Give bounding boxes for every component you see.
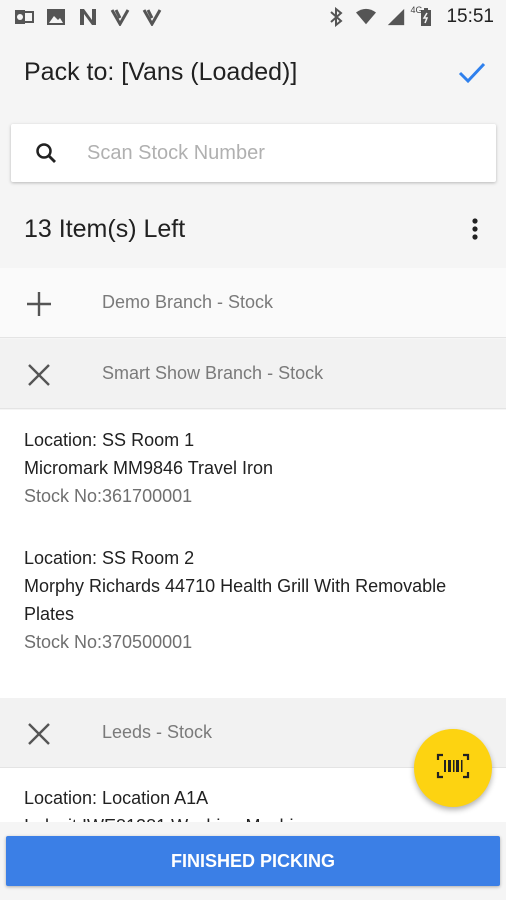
app-bar: Pack to: [Vans (Loaded)] <box>0 36 506 112</box>
group-smart-show-branch[interactable]: Smart Show Branch - Stock <box>0 339 506 409</box>
page-title: Pack to: [Vans (Loaded)] <box>24 58 298 86</box>
scan-stock-input[interactable] <box>87 134 477 172</box>
outlook-icon <box>14 7 34 27</box>
group-demo-branch[interactable]: Demo Branch - Stock <box>0 268 506 338</box>
group-label: Demo Branch - Stock <box>102 292 274 312</box>
finished-picking-button[interactable]: FINISHED PICKING <box>6 836 500 886</box>
network-type: 4G <box>410 5 423 15</box>
items-left-count: 13 Item(s) Left <box>24 215 186 243</box>
footer: FINISHED PICKING <box>0 822 506 900</box>
search-bar <box>11 124 496 182</box>
clock: 15:51 <box>446 6 494 27</box>
item-name: Morphy Richards 44710 Health Grill With … <box>24 576 447 624</box>
item-location: Location: SS Room 2 <box>24 548 195 568</box>
barcode-icon <box>436 753 470 784</box>
pen-icon <box>110 7 130 27</box>
plus-icon[interactable] <box>26 291 52 317</box>
more-vert-icon[interactable] <box>464 216 486 244</box>
group-label: Smart Show Branch - Stock <box>102 363 324 383</box>
pen-icon <box>142 7 162 27</box>
close-icon[interactable] <box>26 362 52 388</box>
item-stock-number: Stock No:361700001 <box>24 486 193 506</box>
signal-icon: 4G <box>386 5 422 27</box>
list-item[interactable]: Location: SS Room 2 Morphy Richards 4471… <box>24 544 494 656</box>
item-stock-number: Stock No:370500001 <box>24 632 193 652</box>
bluetooth-icon <box>326 7 346 27</box>
search-icon <box>35 142 57 164</box>
close-icon[interactable] <box>26 721 52 747</box>
stock-item-list: Location: SS Room 1 Micromark MM9846 Tra… <box>0 410 506 698</box>
item-name: Micromark MM9846 Travel Iron <box>24 458 274 478</box>
items-summary: 13 Item(s) Left <box>0 196 506 266</box>
wifi-icon <box>356 7 377 27</box>
system-icons: 4G 15:51 <box>326 5 494 28</box>
scan-barcode-button[interactable] <box>414 729 492 807</box>
notification-icons <box>14 7 162 27</box>
list-item[interactable]: Location: SS Room 1 Micromark MM9846 Tra… <box>24 426 494 510</box>
status-bar: 4G 15:51 <box>0 0 506 36</box>
item-location: Location: SS Room 1 <box>24 430 195 450</box>
n-icon <box>78 7 98 27</box>
check-icon[interactable] <box>456 56 488 88</box>
image-icon <box>46 7 66 27</box>
group-label: Leeds - Stock <box>102 722 213 742</box>
